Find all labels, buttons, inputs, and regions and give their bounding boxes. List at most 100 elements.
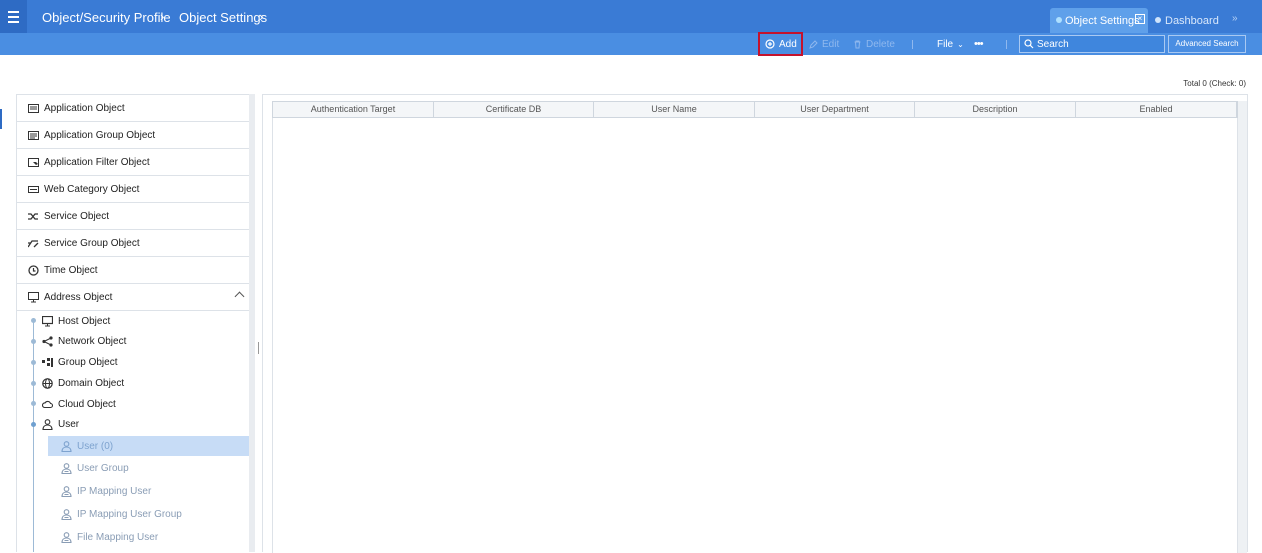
sidebar-item-application-group-object[interactable]: Application Group Object [17, 122, 254, 149]
side-nav-marker [0, 109, 2, 129]
tree-node-dot [31, 401, 36, 406]
monitor-icon [28, 291, 39, 302]
tree-node-dot [31, 360, 36, 365]
top-header: Object/Security Profile › Object Setting… [0, 0, 1262, 33]
sidebar-item-address-object[interactable]: Address Object [17, 284, 254, 311]
file-menu-button[interactable]: File ⌄ [937, 33, 964, 55]
tree-item-network-object[interactable]: Network Object [42, 331, 126, 351]
monitor-icon [42, 315, 53, 326]
tree-item-user-group[interactable]: User Group [48, 458, 255, 478]
hamburger-menu-icon[interactable] [0, 0, 27, 33]
tree-item-label: Cloud Object [58, 398, 116, 410]
toolbar-divider [1006, 40, 1007, 49]
user-icon [42, 418, 53, 430]
application-group-icon [28, 130, 39, 140]
sidebar-item-label: Web Category Object [44, 183, 140, 195]
tree-connector [33, 318, 34, 552]
edit-button[interactable]: Edit [809, 33, 839, 55]
breadcrumb-object-settings[interactable]: Object Settings [179, 10, 267, 25]
tree-item-label: Host Object [58, 315, 111, 327]
tab-dashboard[interactable]: Dashboard [1165, 15, 1219, 27]
more-options-icon[interactable]: ••• [974, 33, 984, 55]
sidebar-item-service-group-object[interactable]: Service Group Object [17, 230, 254, 257]
tree-item-host-object[interactable]: Host Object [42, 311, 110, 331]
breadcrumb-object-security-profile[interactable]: Object/Security Profile [42, 10, 171, 25]
tree-node-dot [31, 318, 36, 323]
web-category-icon [28, 185, 39, 193]
tab-object-settings-label[interactable]: Object Settings [1065, 15, 1140, 27]
tree-item-label: User Group [77, 462, 129, 474]
sidebar-item-label: Service Object [44, 210, 110, 222]
add-button-highlight [758, 32, 803, 56]
sidebar-item-time-object[interactable]: Time Object [17, 257, 254, 284]
total-count: Total 0 (Check: 0) [1183, 79, 1246, 88]
tree-item-label: Network Object [58, 335, 127, 347]
tree-item-label: Group Object [58, 356, 118, 368]
grid-body-empty [272, 118, 1238, 553]
edit-label: Edit [822, 38, 840, 50]
tree-item-label: User (0) [77, 440, 114, 452]
tree-item-ip-mapping-user[interactable]: IP Mapping User [48, 481, 255, 501]
tree-item-group-object[interactable]: Group Object [42, 352, 117, 372]
chevron-up-icon[interactable] [234, 291, 245, 302]
sidebar-item-service-object[interactable]: Service Object [17, 203, 254, 230]
tree-item-cloud-object[interactable]: Cloud Object [42, 394, 116, 414]
column-header-certificate-db[interactable]: Certificate DB [434, 102, 594, 117]
user-group-icon [61, 508, 72, 520]
column-header-user-department[interactable]: User Department [755, 102, 915, 117]
delete-label: Delete [866, 38, 895, 50]
advanced-search-button[interactable]: Advanced Search [1168, 35, 1246, 53]
search-input[interactable]: Search [1019, 35, 1165, 53]
service-group-icon [28, 239, 39, 247]
tree-item-label: IP Mapping User Group [77, 508, 182, 520]
globe-icon [42, 377, 53, 389]
application-filter-icon [28, 157, 39, 167]
sidebar-item-label: Application Object [44, 102, 125, 114]
sidebar-item-label: Application Group Object [44, 129, 156, 141]
tab-close-icon[interactable]: × [1135, 14, 1145, 24]
user-group-icon [61, 531, 72, 543]
sidebar-item-application-object[interactable]: Application Object [17, 95, 254, 122]
tree-item-domain-object[interactable]: Domain Object [42, 373, 124, 393]
sidebar-item-label: Service Group Object [44, 237, 140, 249]
clock-icon [28, 264, 39, 276]
column-header-user-name[interactable]: User Name [594, 102, 755, 117]
column-header-enabled[interactable]: Enabled [1076, 102, 1237, 117]
sidebar-item-label: Application Filter Object [44, 156, 150, 168]
tree-item-label: IP Mapping User [77, 485, 152, 497]
grid-header: Authentication Target Certificate DB Use… [272, 101, 1238, 118]
tree-item-label: File Mapping User [77, 531, 159, 543]
cloud-icon [42, 400, 53, 408]
trash-icon [854, 40, 861, 48]
grid-scrollbar[interactable] [1238, 101, 1247, 553]
tree-item-ip-mapping-user-group[interactable]: IP Mapping User Group [48, 504, 255, 524]
tree-node-dot [31, 339, 36, 344]
breadcrumb-chevron-icon: › [160, 9, 165, 24]
tab-status-dot-icon [1056, 17, 1062, 23]
user-grid: Authentication Target Certificate DB Use… [262, 94, 1248, 553]
column-header-description[interactable]: Description [915, 102, 1076, 117]
tabs-overflow-icon[interactable]: » [1232, 13, 1238, 24]
sidebar-item-application-filter-object[interactable]: Application Filter Object [17, 149, 254, 176]
network-icon [42, 335, 53, 347]
edit-icon [809, 39, 818, 49]
tree-node-dot [31, 422, 36, 427]
tree-item-file-mapping-user[interactable]: File Mapping User [48, 527, 255, 547]
tree-node-dot [31, 381, 36, 386]
user-group-icon [61, 485, 72, 497]
sidebar-item-web-category-object[interactable]: Web Category Object [17, 176, 254, 203]
user-icon [61, 440, 72, 452]
shuffle-icon [28, 212, 38, 220]
group-icon [42, 357, 53, 367]
sidebar-scrollbar[interactable] [249, 94, 255, 552]
breadcrumb-chevron-icon: › [259, 9, 264, 24]
delete-button[interactable]: Delete [853, 33, 895, 55]
search-placeholder: Search [1037, 39, 1069, 50]
file-label: File [937, 38, 954, 50]
column-header-authentication-target[interactable]: Authentication Target [273, 102, 434, 117]
chevron-down-icon: ⌄ [957, 39, 964, 49]
tree-item-user[interactable]: User [42, 414, 79, 434]
tree-item-label: Domain Object [58, 377, 125, 389]
tree-item-label: User [58, 418, 80, 430]
tree-item-user-list[interactable]: User (0) [48, 436, 255, 456]
